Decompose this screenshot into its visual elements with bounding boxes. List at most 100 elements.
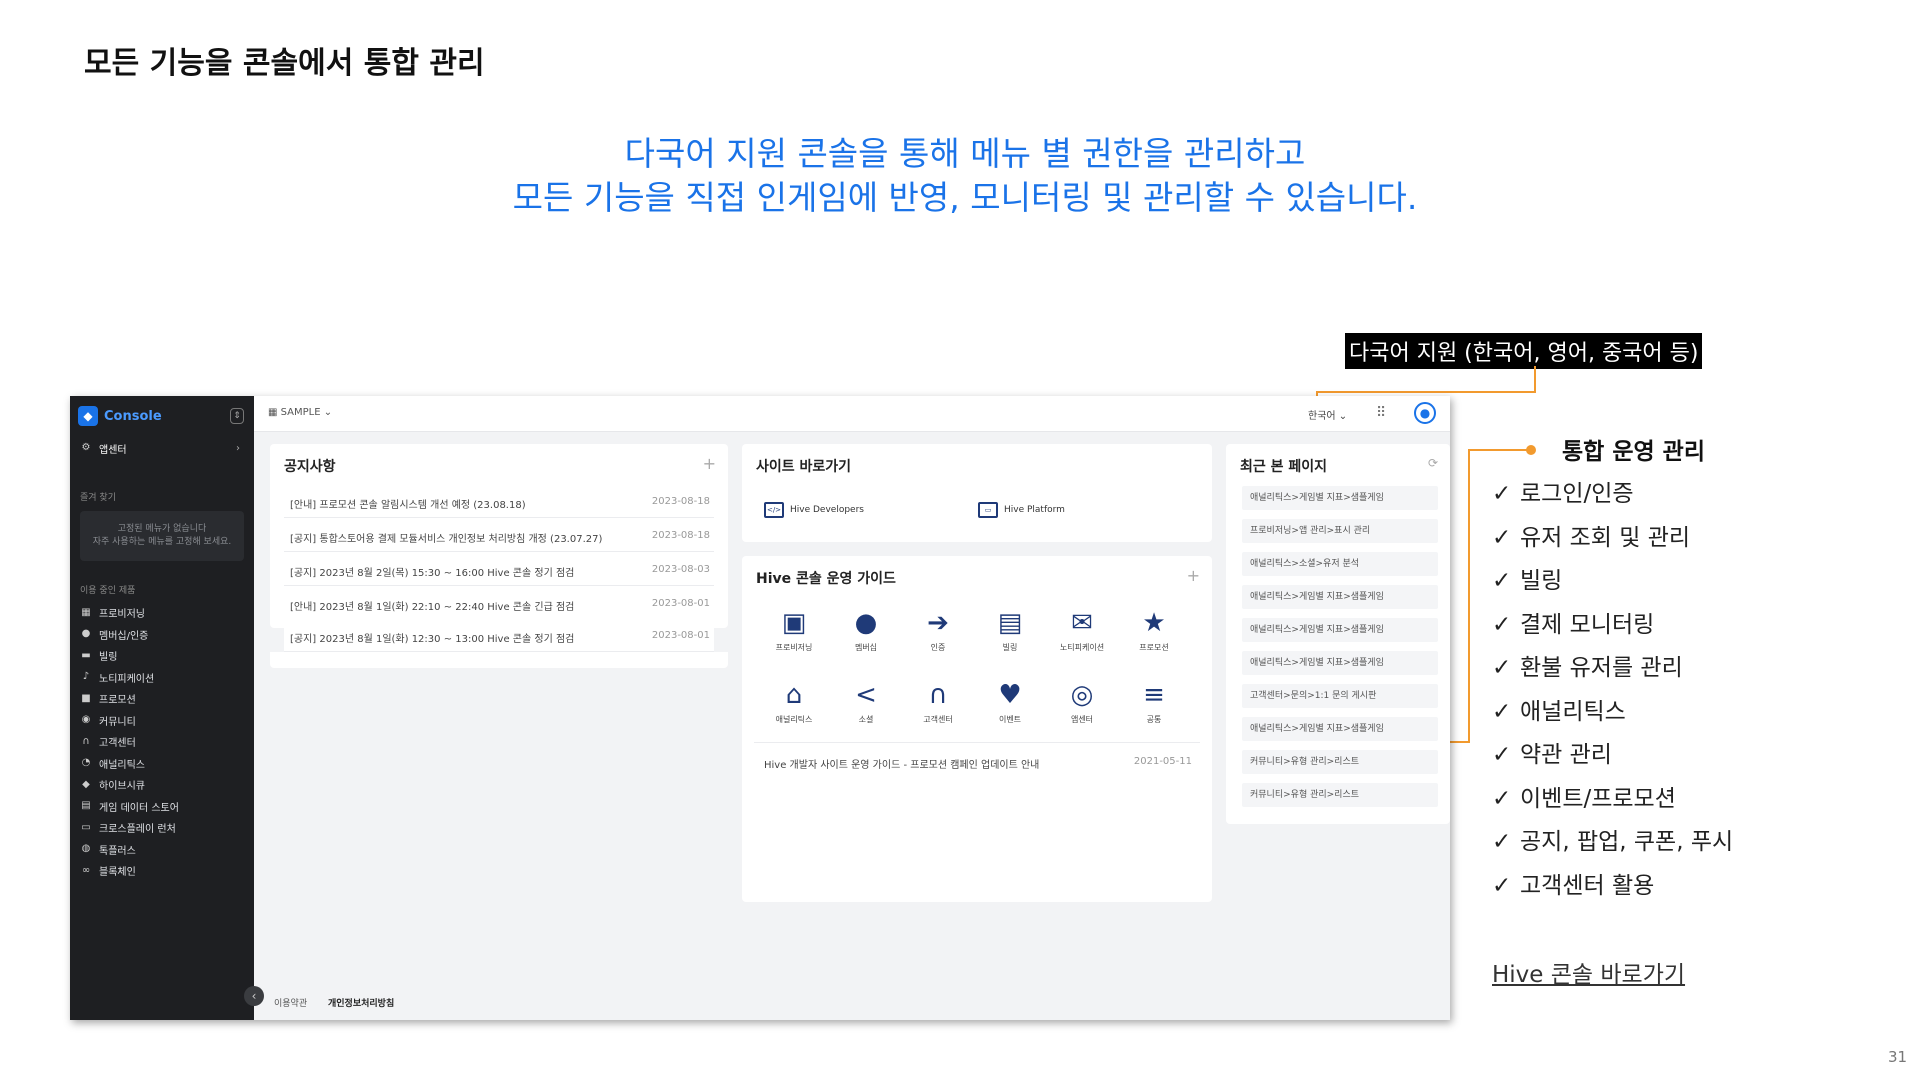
guide-item[interactable]: ⌂ 애널리틱스 [758,678,830,725]
callout-line-menu-top [1468,449,1530,451]
guide-note-date: 2021-05-11 [1133,756,1192,767]
sidebar-item[interactable]: ∩ 고객센터 [70,731,254,753]
callout-dot-side [1526,445,1536,455]
recent-item[interactable]: 고객센터>문의>1:1 문의 게시판 [1242,684,1438,708]
check-icon: ✓ [1492,829,1512,855]
sidebar: ◆ Console ⇕ ⚙ 앱센터 › 즐겨 찾기 고정된 메뉴가 없습니다 자… [70,396,264,1020]
shortcuts-card: 사이트 바로가기 </> Hive Developers ▭ Hive Platfo… [742,444,1212,542]
feature-item: ✓ 공지, 팝업, 쿠폰, 푸시 [1492,829,1734,855]
recent-item[interactable]: 프로비저닝>앱 관리>표시 관리 [1242,519,1438,543]
sidebar-item[interactable]: ▦ 프로비저닝 [70,602,254,624]
recent-item[interactable]: 애널리틱스>소셜>유저 분석 [1242,552,1438,576]
guide-item[interactable]: ♥ 이벤트 [974,678,1046,725]
sidebar-item[interactable]: ◔ 애널리틱스 [70,753,254,775]
notice-add-icon[interactable]: + [703,454,716,473]
link-icon: ∞ [81,864,91,876]
sidebar-item[interactable]: ♪ 노티피케이션 [70,667,254,689]
slide-title: 모든 기능을 콘솔에서 통합 관리 [84,46,485,81]
recent-card: 최근 본 페이지 ⟳ 애널리틱스>게임별 지표>샘플게임 프로비저닝>앱 관리>… [1226,444,1450,824]
notice-card: 공지사항 + [안내] 프로모션 콘솔 알림시스템 개선 예정 (23.08.1… [270,444,728,628]
notice-row[interactable]: [공지] 2023년 8월 2일(목) 15:30 ~ 16:00 Hive 콘… [284,552,714,586]
recent-item[interactable]: 애널리틱스>게임별 지표>샘플게임 [1242,585,1438,609]
shield-icon: ◆ [82,778,90,790]
recent-item[interactable]: 애널리틱스>게임별 지표>샘플게임 [1242,618,1438,642]
headline-line-2: 모든 기능을 직접 인게임에 반영, 모니터링 및 관리할 수 있습니다. [512,178,1418,217]
feature-item: ✓ 빌링 [1492,568,1563,594]
sidebar-header: ◆ Console ⇕ [70,396,254,436]
sidebar-item[interactable]: ▤ 게임 데이터 스토어 [70,796,254,818]
guide-note[interactable]: Hive 개발자 사이트 운영 가이드 - 프로모션 캠페인 업데이트 안내 [764,756,1039,771]
check-icon: ✓ [1492,655,1512,681]
side-title: 통합 운영 관리 [1562,439,1705,465]
guide-add-icon[interactable]: + [1187,566,1200,585]
notice-card-bottom [270,652,728,668]
check-icon: ✓ [1492,698,1512,725]
feature-item: ✓ 유저 조회 및 관리 [1492,524,1691,551]
guide-item[interactable]: ▣ 프로비저닝 [758,606,830,653]
shortcut-hive-developers[interactable]: </> Hive Developers [764,502,864,518]
favorites-section-label: 즐겨 찾기 [80,493,116,503]
feature-item: ✓ 로그인/인증 [1492,481,1634,507]
headset-icon: ∩ [928,680,948,710]
privacy-link[interactable]: 개인정보처리방침 [328,999,394,1009]
callout-line-lang-vertical [1534,366,1536,392]
sidebar-item[interactable]: ▬ 빌링 [70,645,254,667]
community-icon: ◉ [81,714,91,726]
notice-row[interactable]: [공지] 통합스토어용 결제 모듈서비스 개인정보 처리방침 개정 (23.07… [284,518,714,552]
headset-icon: ∩ [82,735,90,747]
guide-item[interactable]: ∩ 고객센터 [902,678,974,725]
shortcut-hive-platform[interactable]: ▭ Hive Platform [978,502,1065,518]
terms-link[interactable]: 이용약관 [274,999,307,1009]
console-logo-icon: ◆ [78,406,98,426]
workspace-switch-icon[interactable]: ⇕ [230,408,244,424]
billing-icon: ▬ [81,649,91,661]
notice-row[interactable]: [안내] 2023년 8월 1일(화) 22:10 ~ 22:40 Hive 콘… [284,586,714,620]
recent-item[interactable]: 애널리틱스>게임별 지표>샘플게임 [1242,717,1438,741]
recent-item[interactable]: 애널리틱스>게임별 지표>샘플게임 [1242,486,1438,510]
guide-item[interactable]: ≡ 공통 [1118,678,1190,725]
apps-icon[interactable]: ⠿ [1376,405,1386,421]
guide-item[interactable]: ➔ 인증 [902,606,974,653]
feature-item: ✓ 고객센터 활용 [1492,872,1655,899]
sidebar-item[interactable]: ◉ 커뮤니티 [70,710,254,732]
project-selector[interactable]: ▦ SAMPLE ⌄ [268,407,332,418]
guide-item[interactable]: ★ 프로모션 [1118,606,1190,653]
sidebar-app-center[interactable]: ⚙ 앱센터 › [70,436,254,460]
gift-icon: ♥ [998,680,1022,710]
recent-item[interactable]: 애널리틱스>게임별 지표>샘플게임 [1242,651,1438,675]
sidebar-item[interactable]: ∞ 블록체인 [70,860,254,882]
check-icon: ✓ [1492,611,1512,638]
language-callout: 다국어 지원 (한국어, 영어, 중국어 등) [1345,333,1703,369]
refresh-icon[interactable]: ⟳ [1428,456,1438,470]
notice-row[interactable]: [공지] 2023년 8월 1일(화) 12:30 ~ 13:00 Hive 콘… [284,618,714,652]
feature-item: ✓ 애널리틱스 [1492,698,1626,725]
sidebar-item[interactable]: ● 멤버십/인증 [70,624,254,646]
console-screenshot: ◆ Console ⇕ ⚙ 앱센터 › 즐겨 찾기 고정된 메뉴가 없습니다 자… [70,396,1450,1020]
feature-item: ✓ 결제 모니터링 [1492,611,1655,638]
notification-icon: ✉ [1071,608,1093,638]
check-icon: ✓ [1492,742,1512,768]
feature-list: ✓ 로그인/인증 ✓ 유저 조회 및 관리 ✓ 빌링 ✓ 결제 모니터링 ✓ 환불 유저를… [1492,474,1733,909]
sidebar-collapse-button[interactable]: ‹ [244,986,264,1006]
user-avatar-icon[interactable]: ● [1414,402,1436,424]
sidebar-item[interactable]: ■ 프로모션 [70,688,254,710]
analytics-icon: ⌂ [785,680,803,710]
notice-row[interactable]: [안내] 프로모션 콘솔 알림시스템 개선 예정 (23.08.18) 2023-… [284,484,714,518]
recent-item[interactable]: 커뮤니티>유형 관리>리스트 [1242,783,1438,807]
sidebar-item[interactable]: ▭ 크로스플레이 런처 [70,817,254,839]
guide-item[interactable]: ◎ 앱센터 [1046,678,1118,725]
console-footer: 이용약관 개인정보처리방침 [274,996,412,1009]
console-shortcut-link[interactable]: Hive 콘솔 바로가기 [1492,955,1685,989]
provisioning-icon: ▦ [81,606,91,618]
sidebar-item[interactable]: ◍ 톡플러스 [70,839,254,861]
gear-icon: ⚙ [81,442,91,453]
guide-item[interactable]: < 소셜 [830,678,902,725]
language-selector[interactable]: 한국어 ⌄ [1308,407,1347,422]
guide-item[interactable]: ● 멤버십 [830,606,902,653]
guide-item[interactable]: ✉ 노티피케이션 [1046,606,1118,653]
guide-item[interactable]: ▤ 빌링 [974,606,1046,653]
guide-separator [754,742,1200,743]
callout-line-menu-vertical [1468,449,1470,743]
recent-item[interactable]: 커뮤니티>유형 관리>리스트 [1242,750,1438,774]
sidebar-item[interactable]: ◆ 하이브시큐 [70,774,254,796]
